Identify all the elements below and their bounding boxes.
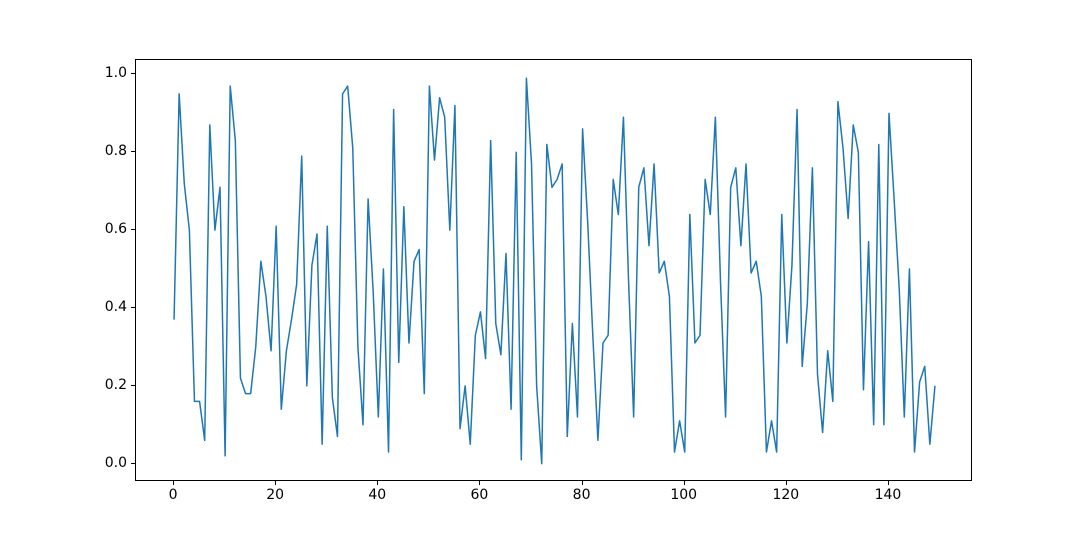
x-tick-label: 20 bbox=[266, 487, 284, 503]
y-tick-label: 1.0 bbox=[105, 65, 127, 81]
plot-svg bbox=[136, 60, 973, 482]
x-tick-label: 100 bbox=[670, 487, 697, 503]
x-tick bbox=[479, 481, 480, 485]
x-tick-label: 80 bbox=[573, 487, 591, 503]
data-line bbox=[174, 78, 935, 463]
x-tick bbox=[377, 481, 378, 485]
y-tick bbox=[131, 307, 135, 308]
x-tick bbox=[582, 481, 583, 485]
x-tick-label: 60 bbox=[471, 487, 489, 503]
y-tick bbox=[131, 463, 135, 464]
x-tick-label: 140 bbox=[875, 487, 902, 503]
figure: 0 20 40 60 80 100 120 140 0.0 0.2 0.4 0.6 0.8 1.0 bbox=[0, 0, 1080, 540]
y-tick bbox=[131, 385, 135, 386]
plot-area bbox=[135, 59, 972, 481]
x-tick bbox=[684, 481, 685, 485]
x-tick-label: 40 bbox=[368, 487, 386, 503]
x-tick bbox=[173, 481, 174, 485]
x-tick bbox=[786, 481, 787, 485]
y-tick-label: 0.2 bbox=[105, 377, 127, 393]
x-tick-label: 120 bbox=[772, 487, 799, 503]
x-tick-label: 0 bbox=[169, 487, 178, 503]
y-tick-label: 0.0 bbox=[105, 455, 127, 471]
y-tick bbox=[131, 73, 135, 74]
x-tick bbox=[888, 481, 889, 485]
y-tick-label: 0.8 bbox=[105, 143, 127, 159]
y-tick-label: 0.6 bbox=[105, 221, 127, 237]
y-tick bbox=[131, 229, 135, 230]
y-tick bbox=[131, 151, 135, 152]
y-tick-label: 0.4 bbox=[105, 299, 127, 315]
x-tick bbox=[275, 481, 276, 485]
